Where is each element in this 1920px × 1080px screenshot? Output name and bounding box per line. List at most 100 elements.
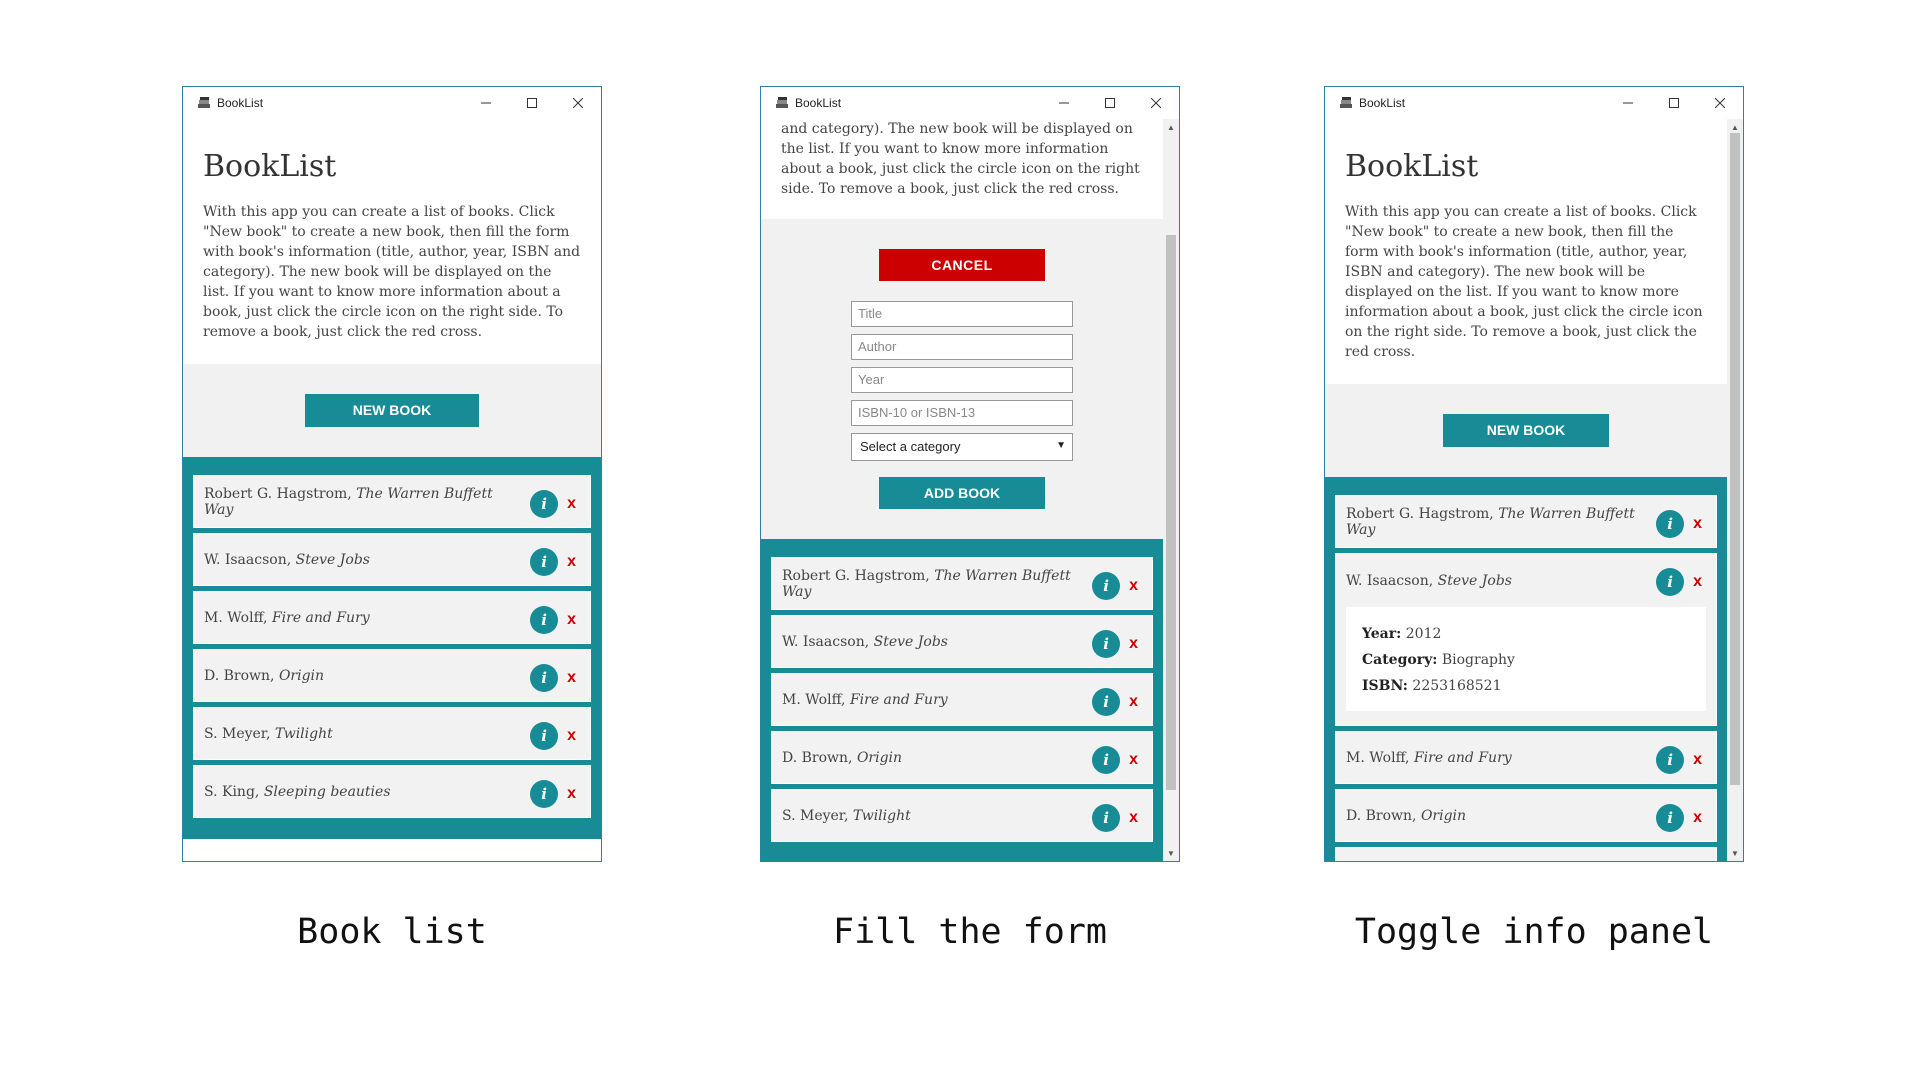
book-title: Twilight xyxy=(274,725,333,742)
category-select-value: Select a category xyxy=(860,439,961,454)
book-author: Robert G. Hagstrom, xyxy=(782,567,935,584)
delete-icon[interactable]: x xyxy=(1129,635,1138,653)
list-item: W. Isaacson, Steve Jobs ix xyxy=(771,615,1153,668)
scroll-up-arrow-icon[interactable]: ▲ xyxy=(1163,119,1179,135)
list-item: D. Brown, Origin ix xyxy=(1335,789,1717,842)
category-value: Biography xyxy=(1441,652,1515,668)
author-input[interactable]: Author xyxy=(851,334,1073,360)
delete-icon[interactable]: x xyxy=(1693,573,1702,591)
scroll-down-arrow-icon[interactable]: ▼ xyxy=(1163,845,1179,861)
list-item: S. Meyer, Twilight ix xyxy=(1335,847,1717,861)
book-title: Origin xyxy=(278,667,325,684)
books-icon xyxy=(189,87,211,119)
intro-text: With this app you can create a list of b… xyxy=(203,204,581,340)
new-book-button[interactable]: NEW BOOK xyxy=(305,394,479,427)
info-icon[interactable]: i xyxy=(1092,572,1121,600)
info-icon[interactable]: i xyxy=(530,780,559,808)
dropdown-arrow-icon: ▼ xyxy=(1056,440,1066,451)
list-item: M. Wolff, Fire and Fury ix xyxy=(193,591,591,644)
info-icon[interactable]: i xyxy=(1092,630,1121,658)
close-button[interactable] xyxy=(1697,87,1743,119)
delete-icon[interactable]: x xyxy=(567,669,576,687)
list-item: Robert G. Hagstrom, The Warren Buffett W… xyxy=(193,475,591,528)
new-book-button[interactable]: NEW BOOK xyxy=(1443,414,1609,447)
info-icon[interactable]: i xyxy=(1656,568,1685,596)
intro-text: With this app you can create a list of b… xyxy=(1345,204,1703,360)
delete-icon[interactable]: x xyxy=(1693,515,1702,533)
list-item: M. Wolff, Fire and Fury ix xyxy=(771,673,1153,726)
info-panel: Year: 2012 Category: Biography ISBN: 225… xyxy=(1346,607,1706,711)
info-icon[interactable]: i xyxy=(530,606,559,634)
maximize-button[interactable] xyxy=(1651,87,1697,119)
delete-icon[interactable]: x xyxy=(1129,693,1138,711)
info-icon[interactable]: i xyxy=(530,722,559,750)
window-title: BookList xyxy=(217,96,264,110)
scrollbar[interactable]: ▲ ▼ xyxy=(1163,119,1179,861)
book-author: M. Wolff, xyxy=(782,691,850,708)
delete-icon[interactable]: x xyxy=(567,611,576,629)
delete-icon[interactable]: x xyxy=(567,553,576,571)
list-item-expanded: W. Isaacson, Steve Jobs ix Year: 2012 Ca… xyxy=(1335,553,1717,726)
info-icon[interactable]: i xyxy=(1092,804,1121,832)
category-label: Category: xyxy=(1362,652,1438,668)
minimize-button[interactable] xyxy=(463,87,509,119)
book-title: Steve Jobs xyxy=(873,633,948,650)
app-heading: BookList xyxy=(203,149,337,184)
minimize-button[interactable] xyxy=(1605,87,1651,119)
add-book-button[interactable]: ADD BOOK xyxy=(879,477,1045,509)
info-icon[interactable]: i xyxy=(530,490,559,518)
book-author: W. Isaacson, xyxy=(204,551,296,568)
book-list: Robert G. Hagstrom, The Warren Buffett W… xyxy=(1325,477,1727,861)
maximize-button[interactable] xyxy=(1087,87,1133,119)
delete-icon[interactable]: x xyxy=(1129,751,1138,769)
caption-fill-form: Fill the form xyxy=(833,912,1107,952)
list-item: M. Wolff, Fire and Fury ix xyxy=(1335,731,1717,784)
intro-section: BookList With this app you can create a … xyxy=(1325,119,1727,384)
cancel-button[interactable]: CANCEL xyxy=(879,249,1045,281)
list-item: S. Meyer, Twilight ix xyxy=(771,789,1153,842)
book-title: Sleeping beauties xyxy=(263,783,391,800)
info-icon[interactable]: i xyxy=(1656,510,1685,538)
list-item: S. Meyer, Twilight ix xyxy=(193,707,591,760)
maximize-button[interactable] xyxy=(509,87,555,119)
category-select[interactable]: Select a category ▼ xyxy=(851,433,1073,461)
info-icon[interactable]: i xyxy=(1092,746,1121,774)
year-input[interactable]: Year xyxy=(851,367,1073,393)
book-author: D. Brown, xyxy=(204,667,279,684)
title-bar[interactable]: BookList xyxy=(1325,87,1743,119)
scrollbar[interactable]: ▲ ▼ xyxy=(1727,119,1743,861)
scroll-thumb[interactable] xyxy=(1730,133,1740,785)
info-icon[interactable]: i xyxy=(1656,804,1685,832)
delete-icon[interactable]: x xyxy=(567,727,576,745)
book-author: Robert G. Hagstrom, xyxy=(1346,505,1499,522)
info-icon[interactable]: i xyxy=(1092,688,1121,716)
isbn-input[interactable]: ISBN-10 or ISBN-13 xyxy=(851,400,1073,426)
book-list: Robert G. Hagstrom, The Warren Buffett W… xyxy=(183,457,601,839)
delete-icon[interactable]: x xyxy=(1693,809,1702,827)
window-fill-form: BookList and category). The new book wil… xyxy=(760,86,1180,862)
close-button[interactable] xyxy=(555,87,601,119)
info-icon[interactable]: i xyxy=(1656,746,1685,774)
isbn-label: ISBN: xyxy=(1362,678,1408,694)
info-icon[interactable]: i xyxy=(530,664,559,692)
book-title: Steve Jobs xyxy=(1437,572,1512,589)
delete-icon[interactable]: x xyxy=(567,785,576,803)
form-zone: CANCEL Title Author Year ISBN-10 or ISBN… xyxy=(761,219,1163,539)
minimize-button[interactable] xyxy=(1041,87,1087,119)
list-item: D. Brown, Origin ix xyxy=(771,731,1153,784)
close-button[interactable] xyxy=(1133,87,1179,119)
scroll-thumb[interactable] xyxy=(1166,235,1176,790)
book-author: S. King, xyxy=(204,783,264,800)
delete-icon[interactable]: x xyxy=(1129,577,1138,595)
title-input[interactable]: Title xyxy=(851,301,1073,327)
book-title: Twilight xyxy=(852,807,911,824)
scroll-down-arrow-icon[interactable]: ▼ xyxy=(1727,845,1743,861)
delete-icon[interactable]: x xyxy=(1129,809,1138,827)
button-zone: NEW BOOK xyxy=(1325,384,1727,477)
delete-icon[interactable]: x xyxy=(1693,751,1702,769)
title-bar[interactable]: BookList xyxy=(761,87,1179,119)
title-bar[interactable]: BookList xyxy=(183,87,601,119)
year-value: 2012 xyxy=(1405,626,1442,642)
delete-icon[interactable]: x xyxy=(567,495,576,513)
info-icon[interactable]: i xyxy=(530,548,559,576)
